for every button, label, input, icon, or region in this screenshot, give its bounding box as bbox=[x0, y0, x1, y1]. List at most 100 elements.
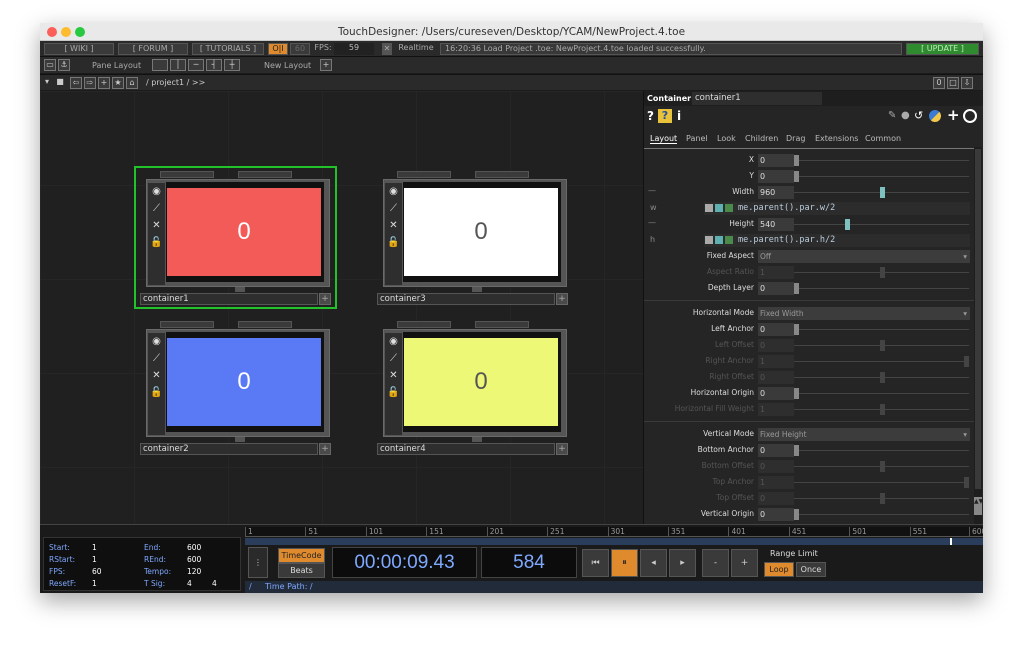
layout-single-icon[interactable] bbox=[152, 59, 168, 71]
pause-toggle-button[interactable]: O|I bbox=[268, 43, 288, 55]
realtime-checkbox[interactable]: ✕ bbox=[382, 43, 392, 55]
top-anchor-field[interactable]: 1 bbox=[758, 476, 794, 489]
height-field[interactable]: 540 bbox=[758, 218, 794, 231]
depth-layer-field[interactable]: 0 bbox=[758, 282, 794, 295]
home-icon[interactable]: ⌂ bbox=[126, 77, 138, 89]
tab-children[interactable]: Children bbox=[745, 134, 778, 143]
delete-icon[interactable]: ✕ bbox=[150, 369, 163, 382]
timecode-button[interactable]: TimeCode bbox=[278, 548, 325, 563]
horizontal-origin-field[interactable]: 0 bbox=[758, 387, 794, 400]
right-anchor-field[interactable]: 1 bbox=[758, 355, 794, 368]
viewer-icon[interactable]: ◉ bbox=[150, 185, 163, 198]
add-parameter-icon[interactable]: + bbox=[947, 106, 960, 124]
speed-down-icon[interactable]: - bbox=[702, 549, 729, 577]
layout-split-h-icon[interactable]: ─ bbox=[188, 59, 204, 71]
start-value[interactable]: 1 bbox=[92, 543, 97, 552]
aspect-ratio-field[interactable]: 1 bbox=[758, 266, 794, 279]
maximize-pane-icon[interactable]: □ bbox=[947, 77, 959, 89]
container-node[interactable]: ◉ ⟋ ✕ 🔓 0 container4 + bbox=[377, 321, 573, 459]
bypass-icon[interactable]: ⟋ bbox=[150, 352, 163, 365]
export-mode-icon[interactable] bbox=[725, 236, 733, 244]
x-field[interactable]: 0 bbox=[758, 154, 794, 167]
right-offset-slider[interactable] bbox=[794, 372, 969, 383]
top-anchor-slider[interactable] bbox=[794, 477, 969, 488]
lock-icon[interactable]: 🔓 bbox=[150, 386, 163, 399]
reset-icon[interactable]: ↺ bbox=[914, 109, 923, 122]
node-add-icon[interactable]: + bbox=[556, 443, 568, 455]
layout-split-v-icon[interactable]: │ bbox=[170, 59, 186, 71]
star-icon[interactable]: ★ bbox=[112, 77, 124, 89]
anchor-icon[interactable]: ⚓ bbox=[58, 59, 70, 71]
horizontal-fill-weight-field[interactable]: 1 bbox=[758, 403, 794, 416]
tempo-value[interactable]: 120 bbox=[187, 567, 201, 576]
pane-type-icon[interactable]: ■ bbox=[54, 77, 66, 89]
horizontal-mode-menu[interactable]: Fixed Width ▾ bbox=[758, 307, 970, 320]
left-offset-field[interactable]: 0 bbox=[758, 339, 794, 352]
update-button[interactable]: [ UPDATE ] bbox=[906, 43, 979, 55]
node-add-icon[interactable]: + bbox=[319, 443, 331, 455]
resetf-value[interactable]: 1 bbox=[92, 579, 97, 588]
bypass-icon[interactable]: ⟋ bbox=[387, 202, 400, 215]
export-mode-icon[interactable] bbox=[725, 204, 733, 212]
bottom-offset-slider[interactable] bbox=[794, 461, 969, 472]
width-field[interactable]: 960 bbox=[758, 186, 794, 199]
tutorials-button[interactable]: [ TUTORIALS ] bbox=[192, 43, 264, 55]
bottom-anchor-field[interactable]: 0 bbox=[758, 444, 794, 457]
layout-four-icon[interactable]: ┼ bbox=[224, 59, 240, 71]
rstart-value[interactable]: 1 bbox=[92, 555, 97, 564]
container-node[interactable]: ◉ ⟋ ✕ 🔓 0 container3 + bbox=[377, 171, 573, 309]
tab-layout[interactable]: Layout bbox=[650, 134, 678, 144]
viewer-icon[interactable]: ◉ bbox=[150, 335, 163, 348]
vertical-mode-menu[interactable]: Fixed Height ▾ bbox=[758, 428, 970, 441]
constant-mode-icon[interactable] bbox=[705, 236, 713, 244]
step-back-icon[interactable]: ◂ bbox=[640, 549, 667, 577]
forum-button[interactable]: [ FORUM ] bbox=[118, 43, 188, 55]
back-icon[interactable]: ⇦ bbox=[70, 77, 82, 89]
height-expression[interactable]: me.parent().par.h/2 bbox=[738, 235, 835, 245]
aspect-ratio-slider[interactable] bbox=[794, 267, 969, 278]
new-layout-button[interactable]: + bbox=[320, 59, 332, 71]
node-name-label[interactable]: container3 bbox=[377, 293, 555, 305]
layout-three-icon[interactable]: ┤ bbox=[206, 59, 222, 71]
bypass-icon[interactable]: ⟋ bbox=[150, 202, 163, 215]
node-add-icon[interactable]: + bbox=[556, 293, 568, 305]
constant-mode-icon[interactable] bbox=[705, 204, 713, 212]
tab-drag[interactable]: Drag bbox=[786, 134, 805, 143]
delete-icon[interactable]: ✕ bbox=[387, 219, 400, 232]
node-name-label[interactable]: container4 bbox=[377, 443, 555, 455]
lock-icon[interactable]: 🔓 bbox=[150, 236, 163, 249]
right-anchor-slider[interactable] bbox=[794, 356, 969, 367]
tab-look[interactable]: Look bbox=[717, 134, 736, 143]
frame-display[interactable]: 584 bbox=[481, 547, 577, 578]
lock-icon[interactable]: 🔓 bbox=[387, 386, 400, 399]
timeline-range-bar[interactable] bbox=[245, 538, 983, 545]
left-offset-slider[interactable] bbox=[794, 340, 969, 351]
wiki-button[interactable]: [ WIKI ] bbox=[44, 43, 114, 55]
target-icon[interactable] bbox=[963, 109, 977, 123]
fps-target[interactable]: 60 bbox=[290, 43, 310, 55]
play-icon[interactable]: ▸ bbox=[669, 549, 696, 577]
node-name-label[interactable]: container1 bbox=[140, 293, 318, 305]
bottom-anchor-slider[interactable] bbox=[794, 445, 969, 456]
forward-icon[interactable]: ⇨ bbox=[84, 77, 96, 89]
rewind-icon[interactable]: ⏮ bbox=[582, 549, 609, 577]
lock-icon[interactable]: 🔓 bbox=[387, 236, 400, 249]
left-anchor-slider[interactable] bbox=[794, 324, 969, 335]
top-offset-slider[interactable] bbox=[794, 493, 969, 504]
width-slider[interactable] bbox=[794, 187, 969, 198]
expression-mode-icon[interactable] bbox=[715, 236, 723, 244]
y-slider[interactable] bbox=[794, 171, 969, 182]
edit-pencil-icon[interactable]: ✎ bbox=[888, 110, 896, 121]
horizontal-fill-weight-slider[interactable] bbox=[794, 404, 969, 415]
container-node[interactable]: ◉ ⟋ ✕ 🔓 0 container2 + bbox=[140, 321, 336, 459]
pause-icon[interactable]: ⏸ bbox=[611, 549, 638, 577]
left-anchor-field[interactable]: 0 bbox=[758, 323, 794, 336]
split-pane-icon[interactable]: ⇩ bbox=[961, 77, 973, 89]
python-help-icon[interactable]: ? bbox=[658, 109, 672, 123]
depth-layer-slider[interactable] bbox=[794, 283, 969, 294]
tab-extensions[interactable]: Extensions bbox=[815, 134, 858, 143]
speed-up-icon[interactable]: + bbox=[731, 549, 758, 577]
network-path[interactable]: / project1 / >> bbox=[146, 78, 205, 87]
tab-common[interactable]: Common bbox=[865, 134, 901, 143]
beats-button[interactable]: Beats bbox=[278, 563, 325, 578]
